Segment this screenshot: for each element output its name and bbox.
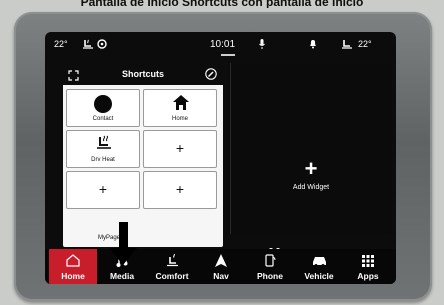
steering-heat-icon[interactable] [97, 39, 107, 52]
nav-label: Phone [257, 271, 283, 281]
add-shortcut-plus: + [98, 181, 108, 197]
pointer-arrow-icon [109, 248, 137, 265]
seat-heat-icon [148, 253, 196, 268]
shortcut-tile-empty[interactable]: + [143, 171, 217, 209]
phone-icon [246, 254, 294, 268]
shortcut-tile-empty[interactable]: + [66, 171, 140, 209]
navigation-arrow-icon [197, 254, 245, 268]
add-widget-label: Add Widget [292, 184, 330, 191]
shortcut-label: Contact [92, 116, 114, 122]
shortcuts-header: Shortcuts [63, 63, 223, 85]
add-shortcut-plus: + [175, 140, 185, 156]
heated-seat-status-icon[interactable] [82, 39, 94, 53]
nav-vehicle-button[interactable]: Vehicle [295, 249, 343, 284]
nav-label: Home [61, 271, 85, 281]
bottom-nav-bar: Home Media Comfort Nav Phone Vehicle App… [45, 249, 396, 284]
add-shortcut-plus: + [175, 181, 185, 197]
add-widget-plus: + [304, 156, 318, 181]
head-unit-screen: 22° 10:01 22° Shortcuts Contact Home Drv… [45, 32, 396, 284]
shortcuts-panel: Shortcuts Contact Home Drv Heat + + + [63, 63, 223, 247]
add-widget-panel[interactable]: + Add Widget [230, 63, 391, 234]
nav-apps-button[interactable]: Apps [344, 249, 392, 284]
passenger-seat-heat-icon[interactable] [341, 39, 353, 53]
nav-label: Nav [213, 271, 229, 281]
car-icon [295, 254, 343, 268]
nav-label: Vehicle [304, 271, 334, 281]
shortcut-label: Drv Heat [91, 157, 115, 163]
nav-home-button[interactable]: Home [49, 249, 97, 284]
shortcut-tile-empty[interactable]: + [143, 130, 217, 168]
nav-phone-button[interactable]: Phone [246, 249, 294, 284]
notification-bell-icon[interactable] [309, 39, 317, 52]
shortcut-tile-home[interactable]: Home [143, 89, 217, 127]
nav-comfort-button[interactable]: Comfort [148, 249, 196, 284]
shortcuts-title: Shortcuts [121, 69, 164, 79]
home-icon [49, 254, 97, 268]
caption-text: Pantalla de Inicio Shortcuts con pantall… [80, 0, 364, 8]
status-divider [221, 54, 235, 56]
shortcut-tile-contact[interactable]: Contact [66, 89, 140, 127]
left-temperature[interactable]: 22° [54, 39, 68, 50]
shortcut-label: Home [171, 116, 188, 122]
pointer-arrow-shaft [119, 222, 128, 250]
status-bar: 22° 10:01 22° [45, 32, 396, 56]
shortcut-tile-driver-heat[interactable]: Drv Heat [66, 130, 140, 168]
microphone-icon [259, 39, 265, 52]
nav-label: Media [109, 271, 135, 281]
heated-seat-icon [95, 135, 113, 156]
clock: 10:01 [210, 39, 236, 50]
apps-grid-icon [344, 254, 392, 268]
right-temperature[interactable]: 22° [358, 39, 372, 50]
nav-label: Apps [357, 271, 379, 281]
edit-pencil-icon[interactable] [205, 67, 217, 85]
contact-dot-icon [94, 95, 112, 113]
nav-label: Comfort [155, 271, 189, 281]
nav-navigation-button[interactable]: Nav [197, 249, 245, 284]
house-icon [173, 95, 189, 115]
